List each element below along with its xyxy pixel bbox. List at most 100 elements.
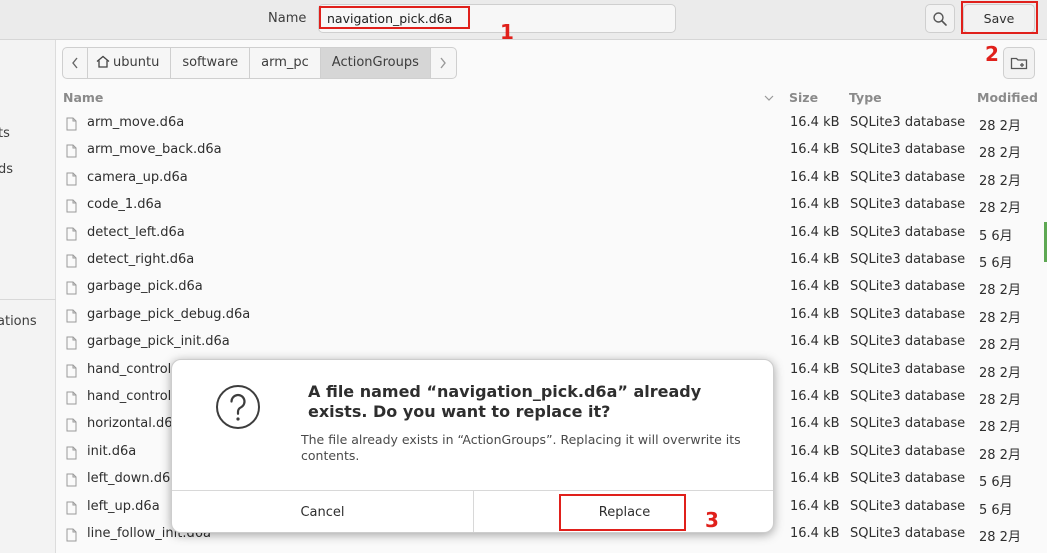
file-icon (66, 364, 77, 378)
places-sidebar: ts ds ations (0, 40, 56, 553)
file-size: 16.4 kB (790, 169, 840, 185)
home-icon (96, 55, 110, 68)
file-icon-wrap (66, 172, 77, 190)
file-modified: 5 6月 (979, 256, 1013, 271)
file-icon (66, 144, 77, 158)
file-row[interactable]: arm_move.d6a 16.4 kB SQLite3 database 28 2月 (57, 110, 1047, 137)
breadcrumb-forward-button[interactable] (431, 48, 456, 78)
file-size: 16.4 kB (790, 498, 840, 514)
breadcrumb-label: ubuntu (113, 55, 160, 70)
file-name: detect_right.d6a (87, 252, 195, 267)
file-type: SQLite3 database (850, 115, 966, 130)
file-name: arm_move.d6a (87, 115, 185, 130)
file-icon-wrap (66, 473, 77, 491)
file-modified: 5 6月 (979, 475, 1013, 491)
file-type: SQLite3 database (850, 252, 966, 267)
column-header-modified[interactable]: Modified (977, 90, 1038, 105)
file-name: left_down.d6 (87, 471, 171, 487)
search-button[interactable] (925, 4, 955, 33)
filename-field[interactable] (318, 4, 676, 33)
file-row[interactable]: arm_move_back.d6a 16.4 kB SQLite3 database… (57, 137, 1047, 164)
file-type: SQLite3 database (850, 498, 966, 514)
file-modified: 28 2月 (979, 393, 1021, 408)
new-folder-button[interactable] (1003, 47, 1035, 79)
file-modified: 28 2月 (979, 447, 1021, 463)
file-icon (66, 254, 77, 268)
name-label: Name (268, 11, 307, 26)
file-modified: 28 2月 (979, 119, 1021, 134)
breadcrumb-item-software[interactable]: software (171, 48, 251, 78)
column-header-name[interactable]: Name (63, 90, 103, 105)
breadcrumb-item-arm-pc[interactable]: arm_pc (250, 48, 321, 78)
file-row[interactable]: garbage_pick_debug.d6a 16.4 kB SQLite3 dat… (57, 302, 1047, 329)
file-row[interactable]: garbage_pick_init.d6a 16.4 kB SQLite3 data… (57, 329, 1047, 356)
sort-chevron-down-icon[interactable] (764, 95, 774, 102)
file-icon (66, 473, 77, 487)
file-name: init.d6a (87, 443, 137, 459)
file-type: SQLite3 database (850, 471, 966, 487)
file-modified: 28 2月 (979, 530, 1021, 545)
breadcrumb-item-ubuntu[interactable]: ubuntu (88, 48, 172, 78)
file-icon (66, 117, 77, 131)
file-name: hand_control (87, 389, 172, 404)
file-name: garbage_pick_debug.d6a (87, 306, 251, 322)
file-icon (66, 418, 77, 432)
file-size: 16.4 kB (790, 115, 840, 130)
sidebar-item-documents[interactable]: ts (0, 126, 10, 141)
file-icon-wrap (66, 446, 77, 464)
file-type: SQLite3 database (850, 169, 966, 185)
file-type: SQLite3 database (850, 224, 966, 240)
file-size: 16.4 kB (790, 197, 840, 213)
file-icon (66, 227, 77, 241)
chevron-right-icon (440, 57, 447, 69)
file-modified: 28 2月 (979, 420, 1021, 436)
new-folder-icon (1010, 57, 1028, 70)
file-size: 16.4 kB (790, 252, 840, 267)
file-size: 16.4 kB (790, 443, 840, 459)
file-icon-wrap (66, 254, 77, 272)
sidebar-item-downloads[interactable]: ds (0, 162, 13, 177)
file-type: SQLite3 database (850, 443, 966, 459)
file-icon (66, 528, 77, 542)
save-button[interactable]: Save (963, 4, 1035, 33)
column-header-size[interactable]: Size (789, 90, 818, 105)
file-modified: 5 6月 (979, 502, 1013, 518)
replace-button[interactable]: Replace (474, 491, 773, 532)
file-size: 16.4 kB (790, 306, 840, 322)
file-row[interactable]: camera_up.d6a 16.4 kB SQLite3 database 28 2… (57, 165, 1047, 192)
breadcrumb-back-button[interactable] (63, 48, 88, 78)
file-icon-wrap (66, 281, 77, 299)
file-type: SQLite3 database (850, 416, 966, 432)
chevron-left-icon (72, 57, 78, 69)
file-row[interactable]: code_1.d6a 16.4 kB SQLite3 database 28 2月 (57, 192, 1047, 219)
file-name: hand_control (87, 361, 172, 377)
file-row[interactable]: detect_left.d6a 16.4 kB SQLite3 database 5 … (57, 220, 1047, 247)
file-icon (66, 172, 77, 186)
file-icon-wrap (66, 199, 77, 217)
file-icon (66, 501, 77, 515)
file-modified: 5 6月 (979, 228, 1013, 244)
file-size: 16.4 kB (790, 224, 840, 240)
column-header-type[interactable]: Type (849, 90, 882, 105)
sidebar-divider (0, 299, 56, 300)
file-modified: 28 2月 (979, 338, 1021, 354)
file-name: camera_up.d6a (87, 169, 188, 185)
file-icon-wrap (66, 117, 77, 135)
file-type: SQLite3 database (850, 197, 966, 213)
file-type: SQLite3 database (850, 142, 966, 158)
breadcrumb-item-actiongroups[interactable]: ActionGroups (320, 48, 431, 78)
file-name: garbage_pick.d6a (87, 279, 203, 295)
sidebar-item-locations[interactable]: ations (0, 314, 37, 329)
file-row[interactable]: garbage_pick.d6a 16.4 kB SQLite3 database 2… (57, 274, 1047, 301)
file-icon (66, 391, 77, 405)
file-row[interactable]: detect_right.d6a 16.4 kB SQLite3 database 5… (57, 247, 1047, 274)
file-modified: 28 2月 (979, 365, 1021, 381)
file-icon-wrap (66, 501, 77, 519)
file-size: 16.4 kB (790, 334, 840, 350)
file-modified: 28 2月 (979, 173, 1021, 189)
file-name: horizontal.d6 (87, 416, 173, 432)
file-size: 16.4 kB (790, 526, 840, 541)
cancel-button[interactable]: Cancel (172, 491, 474, 532)
file-icon (66, 199, 77, 213)
filename-input[interactable] (319, 5, 675, 32)
